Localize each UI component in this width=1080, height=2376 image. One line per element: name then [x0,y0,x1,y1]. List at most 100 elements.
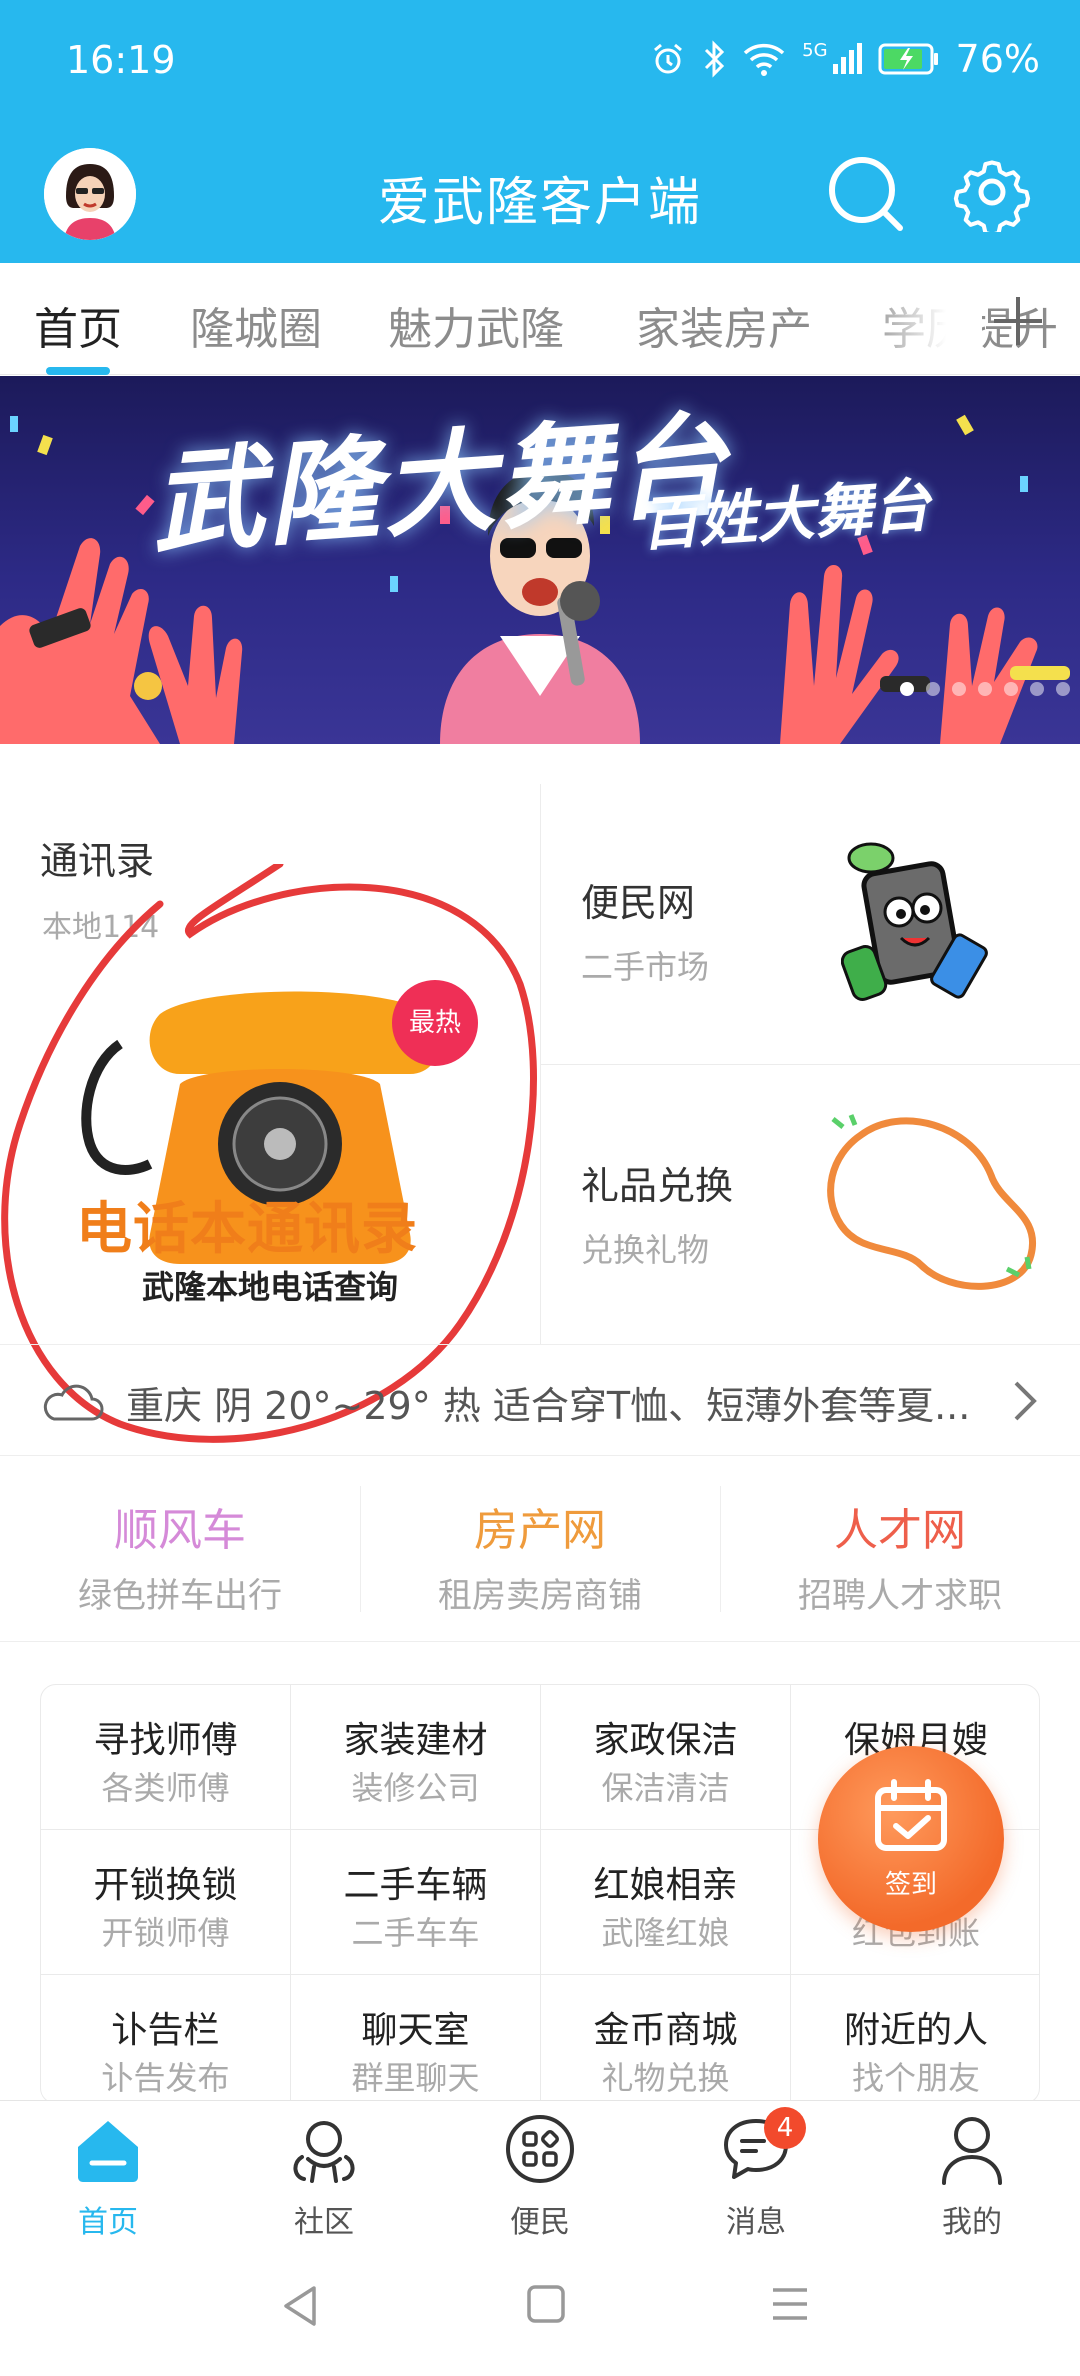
grid-item-used-cars[interactable]: 二手车辆 二手车车 [291,1830,541,1975]
grid-item-subtitle: 保洁清洁 [601,1769,730,1807]
tab-active-indicator [46,367,110,375]
nav-convenience[interactable]: 便民 [432,2101,648,2241]
grid-item-obituary[interactable]: 讣告栏 讣告发布 [41,1975,291,2103]
rideshare-title: 顺风车 [114,1505,246,1556]
home-square-icon[interactable] [526,2284,566,2324]
battery-icon [878,43,938,75]
promo-banner[interactable]: 武隆大舞台 百姓大舞台 [0,376,1080,744]
wifi-icon [743,43,785,76]
convenience-card[interactable]: 便民网 二手市场 [541,784,1080,1064]
mascot-phone-icon [841,842,988,1001]
grid-item-subtitle: 礼物兑换 [601,2059,730,2097]
grid-item-title: 寻找师傅 [93,1720,238,1761]
grid-item-coin-mall[interactable]: 金币商城 礼物兑换 [541,1975,791,2103]
grid-item-title: 二手车辆 [343,1865,488,1906]
grid-item-housekeeping[interactable]: 家政保洁 保洁清洁 [541,1685,791,1830]
weather-bar[interactable]: 重庆 阴 20°~29° 热 适合穿T恤、短薄外套等夏... [0,1344,1080,1456]
grid-item-title: 家装建材 [343,1720,488,1761]
grid-item-find-master[interactable]: 寻找师傅 各类师傅 [41,1685,291,1830]
chevron-right-icon[interactable] [1010,1377,1042,1425]
nav-profile-label: 我的 [942,2205,1002,2240]
nav-convenience-label: 便民 [510,2205,570,2240]
calendar-check-icon [875,1779,947,1851]
grid-item-subtitle: 群里聊天 [351,2059,480,2097]
status-icons: 5G 76% [650,34,1040,84]
grid-item-subtitle: 装修公司 [351,1769,480,1807]
system-navigation-bar [0,2240,1080,2376]
grid-item-title: 讣告栏 [111,2010,220,2051]
talent-subtitle: 招聘人才求职 [798,1576,1002,1616]
community-icon [293,2121,355,2183]
gift-subtitle: 兑换礼物 [581,1231,710,1269]
bluetooth-icon [705,40,725,78]
grid-item-locksmith[interactable]: 开锁换锁 开锁师傅 [41,1830,291,1975]
cloud-icon [43,1384,104,1421]
nav-home-label: 首页 [78,2205,138,2240]
contacts-card[interactable]: 通讯录 本地114 最热 电话本通讯录 武隆本地电话查询 [0,784,540,1443]
nav-community-label: 社区 [294,2205,354,2240]
signin-button[interactable]: 签到 [818,1746,1004,1932]
rideshare-subtitle: 绿色拼车出行 [78,1576,282,1616]
gear-icon[interactable] [952,152,1032,232]
talent-title: 人才网 [834,1505,966,1556]
status-time: 16:19 [66,38,176,82]
home-icon [78,2121,138,2182]
grid-item-title: 聊天室 [361,2010,470,2051]
nav-community[interactable]: 社区 [216,2101,432,2241]
search-icon[interactable] [826,154,906,234]
grid-item-title: 家政保洁 [593,1720,738,1761]
gift-title: 礼品兑换 [581,1164,734,1208]
grid-item-title: 附近的人 [843,2010,988,2051]
tab-home[interactable]: 首页 [34,293,122,357]
grid-item-subtitle: 二手车车 [351,1914,480,1952]
category-tabs: 首页 隆城圈 魅力武隆 家装房产 学历提升 [0,263,1080,375]
rideshare-link[interactable]: 顺风车 绿色拼车出行 [0,1456,360,1642]
grid-item-matchmaking[interactable]: 红娘相亲 武隆红娘 [541,1830,791,1975]
tab-charm-wulong[interactable]: 魅力武隆 [388,293,564,357]
grid-item-building-materials[interactable]: 家装建材 装修公司 [291,1685,541,1830]
profile-icon [942,2117,1002,2185]
back-icon[interactable] [280,2284,320,2328]
nav-home[interactable]: 首页 [0,2101,216,2241]
realestate-title: 房产网 [474,1505,606,1556]
grid-item-title: 开锁换锁 [93,1865,238,1906]
grid-item-subtitle: 开锁师傅 [101,1914,230,1952]
quick-links: 顺风车 绿色拼车出行 房产网 租房卖房商铺 人才网 招聘人才求职 [0,1456,1080,1642]
alarm-icon [654,43,683,74]
app-header: 16:19 5G 76% 爱武隆客户端 [0,0,1080,263]
grid-item-nearby-people[interactable]: 附近的人 找个朋友 [791,1975,1039,2103]
add-tab-icon[interactable] [988,291,1048,351]
grid-item-subtitle: 讣告发布 [101,2059,230,2097]
banner-pagination [900,682,1070,696]
gift-exchange-card[interactable]: 礼品兑换 兑换礼物 [541,1065,1080,1344]
tab-fade [862,263,982,373]
grid-item-chatroom[interactable]: 聊天室 群里聊天 [291,1975,541,2103]
grid-item-subtitle: 找个朋友 [851,2059,980,2097]
convenience-subtitle: 二手市场 [581,948,710,986]
signal-icon [832,43,862,74]
tab-home-realestate[interactable]: 家装房产 [636,293,812,357]
bottom-navigation: 首页 社区 便民 4 消息 我的 [0,2100,1080,2240]
battery-percent: 76% [955,37,1040,81]
grid-item-title: 金币商城 [593,2010,738,2051]
network-label: 5G [802,40,828,61]
nav-messages[interactable]: 4 消息 [648,2101,864,2241]
feature-section: 通讯录 本地114 最热 电话本通讯录 武隆本地电话查询 便民网 二手市场 礼品… [0,784,1080,1443]
signin-label: 签到 [884,1870,937,1900]
realestate-link[interactable]: 房产网 租房卖房商铺 [360,1456,720,1642]
apps-icon [506,2115,574,2183]
unread-badge: 4 [764,2107,806,2149]
grid-item-subtitle: 武隆红娘 [601,1914,730,1952]
menu-icon[interactable] [770,2284,810,2324]
realestate-subtitle: 租房卖房商铺 [438,1576,642,1616]
talent-link[interactable]: 人才网 招聘人才求职 [720,1456,1080,1642]
convenience-title: 便民网 [581,881,696,925]
weather-text: 重庆 阴 20°~29° 热 适合穿T恤、短薄外套等夏... [126,1384,971,1428]
loading-ring-icon [827,1114,1037,1290]
grid-item-title: 红娘相亲 [593,1865,738,1906]
grid-item-subtitle: 各类师傅 [101,1769,230,1807]
app-title: 爱武隆客户端 [377,173,702,233]
nav-messages-label: 消息 [726,2205,786,2240]
tab-longcheng-circle[interactable]: 隆城圈 [190,293,322,357]
nav-profile[interactable]: 我的 [864,2101,1080,2241]
